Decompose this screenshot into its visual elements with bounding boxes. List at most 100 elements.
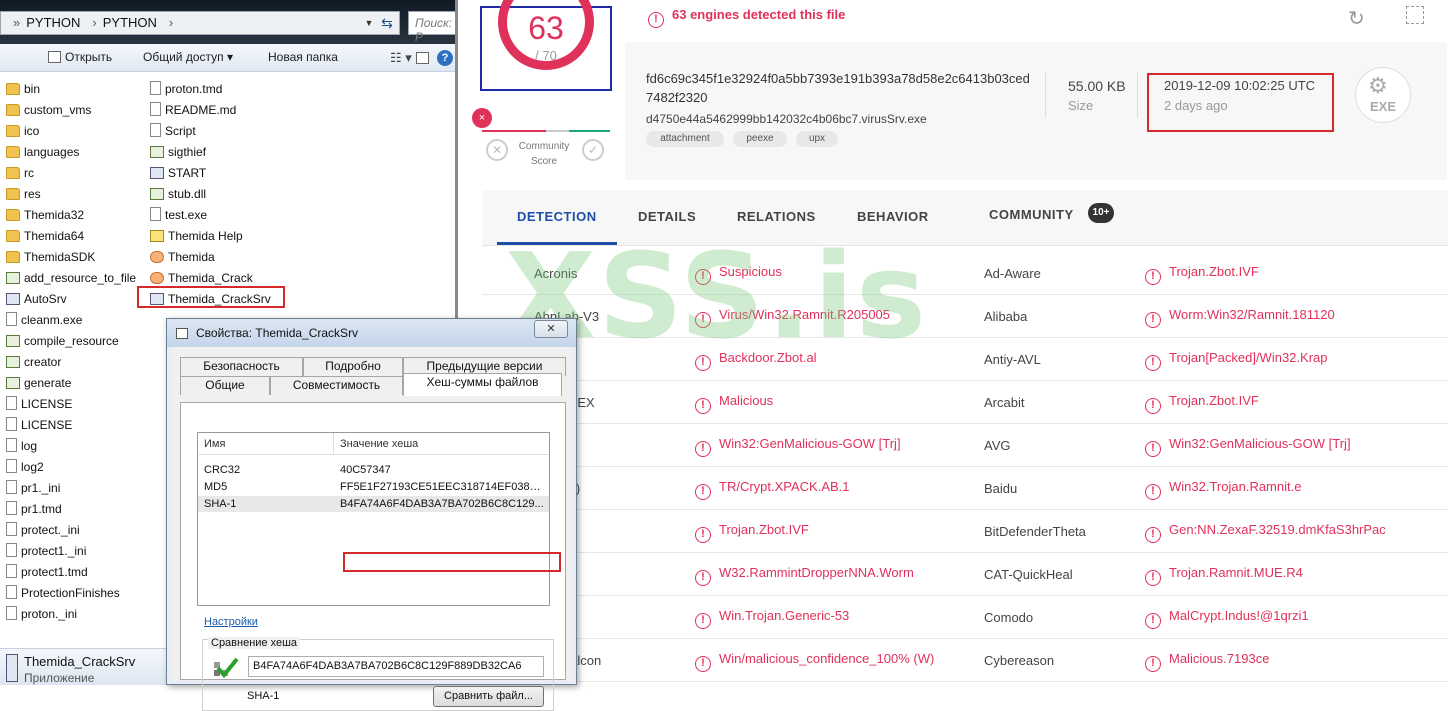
file-item[interactable]: protect._ini: [6, 520, 80, 541]
file-item[interactable]: res: [6, 184, 41, 205]
tab-file-hashes[interactable]: Хеш-суммы файлов: [403, 373, 562, 396]
file-item[interactable]: proton.tmd: [150, 79, 222, 100]
refresh-icon[interactable]: ⇆: [376, 12, 398, 34]
detection-result-text: Win32:GenMalicious-GOW [Trj]: [719, 436, 901, 451]
document-icon: [6, 501, 17, 515]
detection-result: ! Backdoor.Zbot.al: [695, 350, 817, 371]
settings-link[interactable]: Настройки: [204, 616, 258, 628]
file-item[interactable]: proton._ini: [6, 604, 77, 625]
tab-community[interactable]: COMMUNITY: [989, 207, 1074, 222]
column-divider: [333, 433, 334, 455]
folder-icon: [6, 167, 20, 179]
file-item[interactable]: LICENSE: [6, 415, 72, 436]
vote-malicious-button[interactable]: ✕: [486, 139, 508, 161]
hash-list[interactable]: Имя Значение хеша CRC32 40C57347 MD5 FF5E1…: [197, 432, 550, 606]
tab-detection[interactable]: DETECTION: [517, 209, 597, 224]
alert-icon: !: [1145, 570, 1161, 586]
new-folder-button[interactable]: Новая папка: [268, 50, 338, 64]
file-item[interactable]: Themida64: [6, 226, 84, 247]
file-item[interactable]: creator: [6, 352, 61, 373]
file-item[interactable]: Themida32: [6, 205, 84, 226]
alert-icon: !: [695, 355, 711, 371]
file-item[interactable]: Themida: [150, 247, 215, 268]
file-item[interactable]: ProtectionFinishes: [6, 583, 120, 604]
address-dropdown-icon[interactable]: ▼: [362, 12, 376, 34]
tag-badge[interactable]: upx: [796, 131, 838, 147]
file-item[interactable]: pr1.tmd: [6, 499, 62, 520]
alert-icon: !: [1145, 269, 1161, 285]
search-input[interactable]: Поиск: Р: [408, 11, 455, 44]
file-item[interactable]: sigthief: [150, 142, 206, 163]
folder-icon: [6, 104, 20, 116]
hash-row[interactable]: CRC32 40C57347: [198, 462, 549, 478]
open-button[interactable]: Открыть: [48, 50, 112, 64]
community-count-badge: 10+: [1088, 203, 1114, 223]
tag-badge[interactable]: attachment: [646, 131, 724, 147]
help-icon[interactable]: ?: [437, 50, 453, 66]
view-options-icon[interactable]: ☷ ▾: [390, 50, 412, 66]
file-item[interactable]: protect1.tmd: [6, 562, 88, 583]
column-header-name[interactable]: Имя: [204, 433, 225, 455]
tab-details[interactable]: DETAILS: [638, 209, 696, 224]
detection-row: ! Backdoor.Zbot.al Antiy-AVL! Trojan[Packed…: [482, 338, 1448, 381]
compare-file-button[interactable]: Сравнить файл...: [433, 686, 544, 707]
detection-result-text: Backdoor.Zbot.al: [719, 350, 817, 365]
hash-row[interactable]: SHA-1 B4FA74A6F4DAB3A7BA702B6C8C129...: [198, 496, 549, 512]
file-item[interactable]: stub.dll: [150, 184, 206, 205]
reanalyze-icon[interactable]: ↻: [1348, 6, 1365, 31]
alert-icon: !: [1145, 355, 1161, 371]
file-item[interactable]: custom_vms: [6, 100, 91, 121]
tab-relations[interactable]: RELATIONS: [737, 209, 816, 224]
column-header-value[interactable]: Значение хеша: [340, 433, 418, 455]
hash-row[interactable]: MD5 FF5E1F27193CE51EEC318714EF038B...: [198, 479, 549, 495]
tab-general[interactable]: Общие: [180, 376, 270, 395]
breadcrumb-item[interactable]: PYTHON: [26, 15, 80, 30]
tab-details[interactable]: Подробно: [303, 357, 403, 376]
file-item[interactable]: rc: [6, 163, 34, 184]
help-icon: [150, 230, 164, 242]
file-item[interactable]: languages: [6, 142, 79, 163]
file-item[interactable]: cleanm.exe: [6, 310, 82, 331]
gear-icon: ⚙: [1368, 73, 1388, 98]
address-bar[interactable]: » PYTHON › PYTHON ›: [0, 11, 400, 35]
file-item[interactable]: log: [6, 436, 37, 457]
alert-icon: !: [1145, 656, 1161, 672]
file-item[interactable]: test.exe: [150, 205, 207, 226]
hash-compare-input[interactable]: B4FA74A6F4DAB3A7BA702B6C8C129F889DB32CA6: [248, 656, 544, 677]
file-item[interactable]: ico: [6, 121, 39, 142]
detection-result: ! Win.Trojan.Generic-53: [695, 608, 849, 629]
similar-files-icon[interactable]: [1406, 6, 1424, 24]
hash-match-icon: [214, 657, 239, 679]
file-item[interactable]: Themida Help: [150, 226, 243, 247]
tab-security[interactable]: Безопасность: [180, 357, 303, 376]
file-name: generate: [24, 376, 72, 390]
detection-result: ! Trojan[Packed]/Win32.Krap: [1145, 350, 1327, 371]
file-item[interactable]: START: [150, 163, 206, 184]
breadcrumb-item[interactable]: PYTHON: [103, 15, 157, 30]
detection-result: ! Virus/Win32.Ramnit.R205005: [695, 307, 890, 328]
document-icon: [6, 312, 17, 326]
file-item[interactable]: AutoSrv: [6, 289, 67, 310]
file-item[interactable]: LICENSE: [6, 394, 72, 415]
file-item[interactable]: protect1._ini: [6, 541, 86, 562]
tab-behavior[interactable]: BEHAVIOR: [857, 209, 929, 224]
file-item[interactable]: add_resource_to_file: [6, 268, 136, 289]
engine-name: Baidu: [984, 481, 1017, 496]
preview-pane-icon[interactable]: [416, 52, 429, 64]
close-button[interactable]: ✕: [534, 320, 568, 338]
file-item[interactable]: ThemidaSDK: [6, 247, 95, 268]
tag-badge[interactable]: peexe: [733, 131, 787, 147]
file-item[interactable]: bin: [6, 79, 40, 100]
file-item[interactable]: pr1._ini: [6, 478, 60, 499]
file-item[interactable]: README.md: [150, 100, 236, 121]
file-item[interactable]: compile_resource: [6, 331, 119, 352]
engine-name-text: Ad-Aware: [984, 266, 1041, 281]
breadcrumb-separator: ›: [168, 15, 174, 30]
file-item[interactable]: log2: [6, 457, 44, 478]
file-name: test.exe: [165, 208, 208, 222]
file-item[interactable]: Script: [150, 121, 196, 142]
file-item[interactable]: generate: [6, 373, 71, 394]
tab-compatibility[interactable]: Совместимость: [270, 376, 403, 395]
vote-harmless-button[interactable]: ✓: [582, 139, 604, 161]
share-button[interactable]: Общий доступ ▾: [143, 50, 233, 64]
